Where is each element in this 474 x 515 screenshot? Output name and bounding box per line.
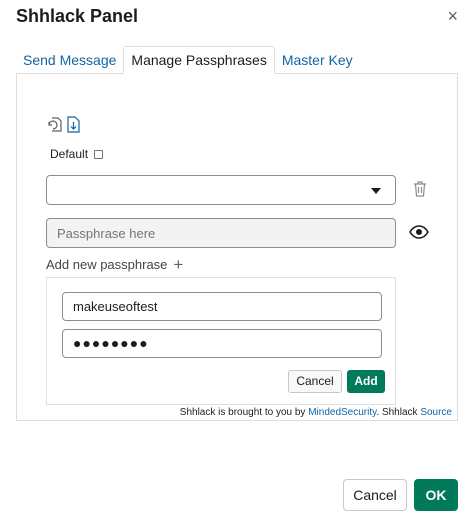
tab-manage-passphrases[interactable]: Manage Passphrases [123,46,275,74]
default-label: Default [50,147,89,161]
plus-icon: + [173,254,184,274]
credits-text: Shhlack is brought to you by [179,407,309,418]
form-cancel-button[interactable]: Cancel [288,370,342,393]
credits-note: Shhlack is brought to you by MindedSecur… [180,407,452,418]
export-icon[interactable] [66,116,81,133]
chevron-down-icon [371,188,381,194]
import-icon[interactable] [48,116,63,133]
dialog-title: Shhlack Panel [16,6,139,26]
ok-button[interactable]: OK [414,479,458,511]
form-add-button[interactable]: Add [347,370,385,393]
add-new-passphrase-label: Add new passphrase [46,257,168,272]
cancel-button[interactable]: Cancel [343,479,407,511]
eye-icon[interactable] [409,224,429,240]
passphrase-name-field[interactable]: makeuseoftest [62,292,382,321]
passphrase-value-field[interactable]: ●●●●●●●● [62,329,382,358]
source-link[interactable]: Source [420,407,452,418]
credits-middle: . Shhlack [376,407,421,418]
passphrase-select[interactable] [46,175,396,205]
import-export-icons [48,116,81,133]
tab-master-key[interactable]: Master Key [275,46,360,74]
minded-security-link[interactable]: MindedSecurity [308,407,376,418]
tab-bar: Send Message Manage Passphrases Master K… [16,46,360,74]
add-new-passphrase[interactable]: Add new passphrase + [46,254,184,274]
default-row: Default [50,147,104,161]
new-passphrase-form: makeuseoftest ●●●●●●●● Cancel Add [46,277,396,405]
close-icon[interactable]: × [447,6,458,26]
default-checkbox[interactable] [94,149,104,159]
tab-send-message[interactable]: Send Message [16,46,123,74]
passphrase-input[interactable] [46,218,396,248]
trash-icon[interactable] [412,180,428,198]
